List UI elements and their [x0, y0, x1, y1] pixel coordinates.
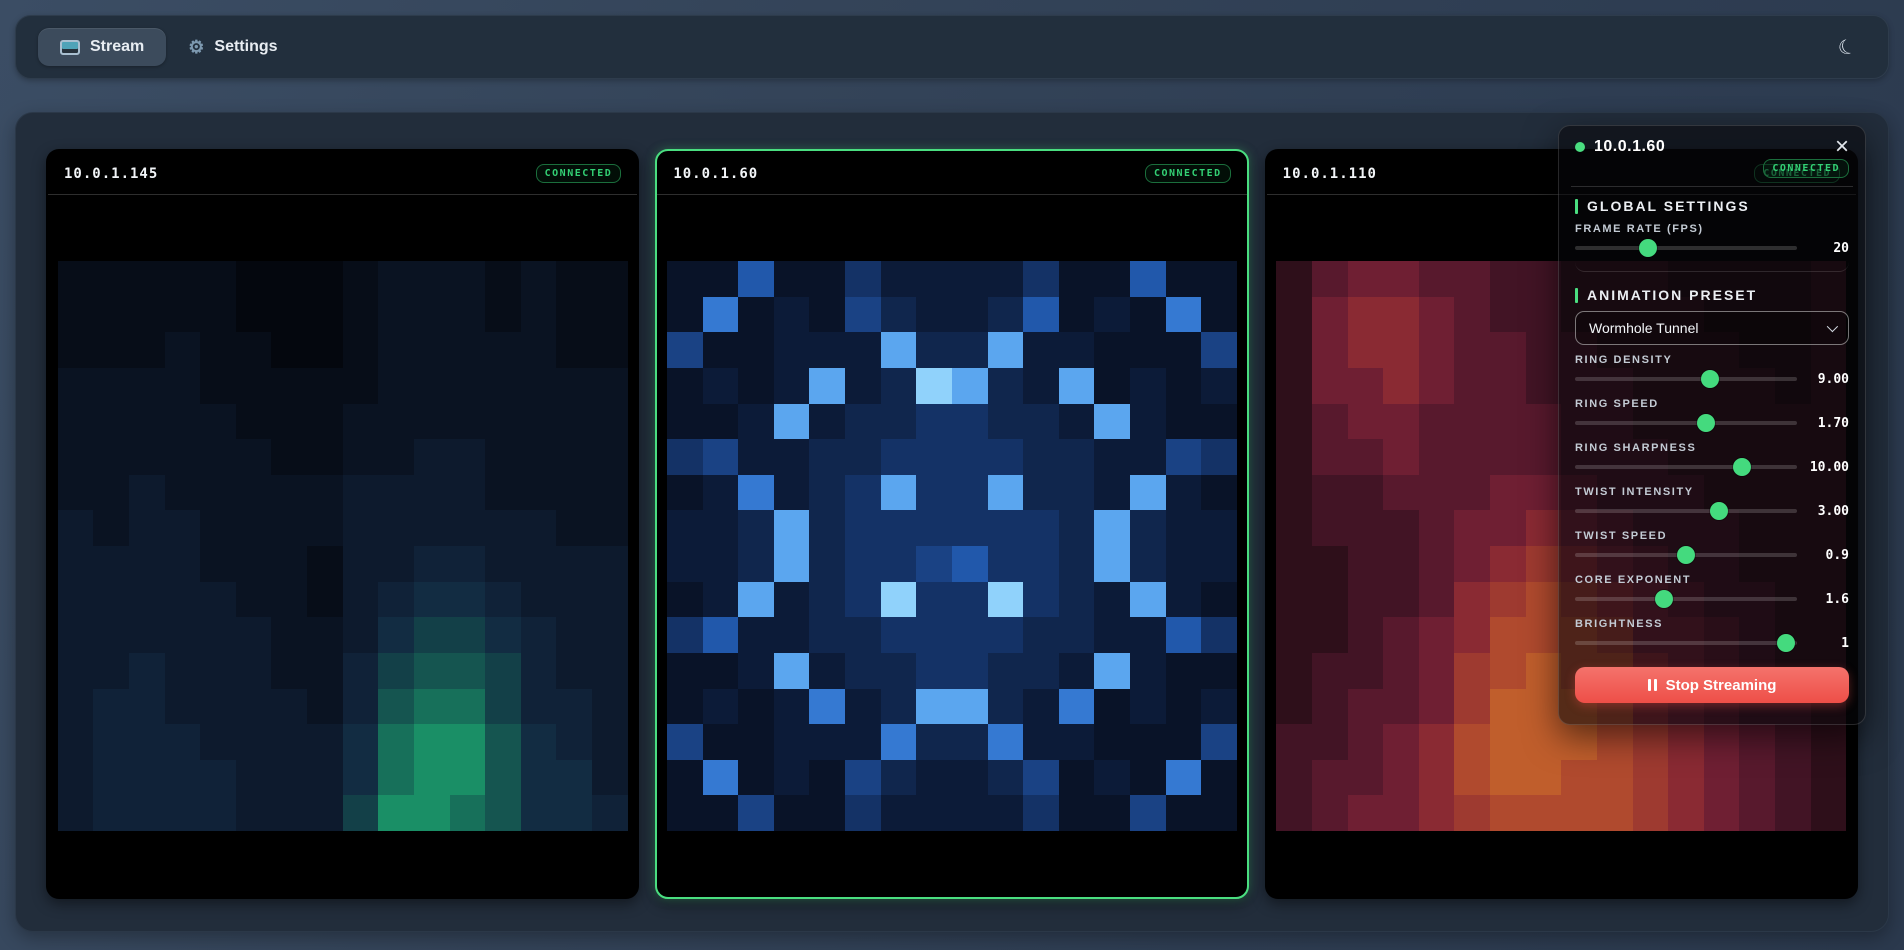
popover-badge-row: CONNECTED: [1575, 159, 1849, 178]
tab-settings-label: Settings: [214, 38, 277, 56]
status-dot-icon: [1575, 142, 1585, 152]
status-badge: CONNECTED: [1145, 164, 1231, 183]
grid-area: [657, 195, 1246, 897]
slider-core-exponent: CORE EXPONENT 1.6: [1575, 574, 1849, 609]
slider-thumb[interactable]: [1677, 546, 1695, 564]
global-settings-title: GLOBAL SETTINGS: [1575, 198, 1849, 214]
device-ip: 10.0.1.110: [1283, 166, 1377, 182]
device-settings-popover: 10.0.1.60 × CONNECTED GLOBAL SETTINGS FR…: [1558, 125, 1866, 725]
slider-ring-sharpness: RING SHARPNESS 10.00: [1575, 442, 1849, 477]
tab-stream-label: Stream: [90, 38, 144, 56]
slider-label: RING SPEED: [1575, 398, 1849, 410]
slider-ring-speed: RING SPEED 1.70: [1575, 398, 1849, 433]
slider-track[interactable]: [1575, 369, 1797, 389]
global-settings-section: GLOBAL SETTINGS FRAME RATE (FPS) 20: [1575, 198, 1849, 272]
tab-stream[interactable]: Stream: [38, 28, 166, 66]
slider-label: CORE EXPONENT: [1575, 574, 1849, 586]
slider-label: FRAME RATE (FPS): [1575, 223, 1849, 235]
top-nav: Stream ⚙ Settings ☾: [15, 15, 1889, 79]
slider-track[interactable]: [1575, 545, 1797, 565]
slider-thumb[interactable]: [1701, 370, 1719, 388]
slider-track[interactable]: [1575, 457, 1797, 477]
popover-device-title: 10.0.1.60: [1594, 138, 1826, 156]
slider-twist-speed: TWIST SPEED 0.9: [1575, 530, 1849, 565]
device-panel-2[interactable]: 10.0.1.60 CONNECTED: [655, 149, 1248, 899]
slider-thumb[interactable]: [1777, 634, 1795, 652]
slider-thumb[interactable]: [1733, 458, 1751, 476]
stop-streaming-label: Stop Streaming: [1666, 677, 1777, 694]
popover-header: 10.0.1.60 ×: [1575, 138, 1849, 156]
stop-streaming-button[interactable]: Stop Streaming: [1575, 667, 1849, 703]
device-ip: 10.0.1.60: [673, 166, 758, 182]
slider-label: RING DENSITY: [1575, 354, 1849, 366]
tab-settings[interactable]: ⚙ Settings: [166, 28, 299, 66]
slider-ring-density: RING DENSITY 9.00: [1575, 354, 1849, 389]
slider-thumb[interactable]: [1697, 414, 1715, 432]
divider: [1571, 186, 1853, 187]
animation-preset-title: ANIMATION PRESET: [1575, 287, 1849, 303]
slider-label: TWIST SPEED: [1575, 530, 1849, 542]
grid-area: [48, 195, 637, 897]
status-badge: CONNECTED: [536, 164, 622, 183]
device-panel-1[interactable]: 10.0.1.145 CONNECTED: [46, 149, 639, 899]
global-sliders: FRAME RATE (FPS) 20: [1575, 223, 1849, 258]
slider-track[interactable]: [1575, 501, 1797, 521]
slider-thumb[interactable]: [1639, 239, 1657, 257]
close-icon[interactable]: ×: [1835, 138, 1849, 156]
preset-select[interactable]: Wormhole Tunnel: [1575, 311, 1849, 345]
preset-select-value: Wormhole Tunnel: [1589, 320, 1827, 336]
chevron-down-icon: [1827, 321, 1838, 332]
slider-value: 10.00: [1797, 460, 1849, 475]
section-accent-bar: [1575, 199, 1578, 214]
slider-label: TWIST INTENSITY: [1575, 486, 1849, 498]
slider-thumb[interactable]: [1655, 590, 1673, 608]
gear-icon: ⚙: [188, 38, 204, 56]
slider-track[interactable]: [1575, 633, 1797, 653]
panel-header: 10.0.1.60 CONNECTED: [657, 151, 1246, 195]
slider-track[interactable]: [1575, 238, 1797, 258]
preset-sliders: RING DENSITY 9.00 RING SPEED 1.70 RING SHARP…: [1575, 354, 1849, 653]
slider-thumb[interactable]: [1710, 502, 1728, 520]
moon-icon: ☾: [1835, 32, 1860, 61]
slider-value: 1.70: [1797, 416, 1849, 431]
slider-label: RING SHARPNESS: [1575, 442, 1849, 454]
theme-toggle-button[interactable]: ☾: [1828, 28, 1866, 66]
slider-value: 0.9: [1797, 548, 1849, 563]
slider-value: 1: [1797, 636, 1849, 651]
slider-value: 9.00: [1797, 372, 1849, 387]
slider-value: 3.00: [1797, 504, 1849, 519]
panel-header: 10.0.1.145 CONNECTED: [48, 151, 637, 195]
device-ip: 10.0.1.145: [64, 166, 158, 182]
slider-frame-rate-fps: FRAME RATE (FPS) 20: [1575, 223, 1849, 258]
slider-value: 1.6: [1797, 592, 1849, 607]
slider-twist-intensity: TWIST INTENSITY 3.00: [1575, 486, 1849, 521]
animation-preset-section: ANIMATION PRESET Wormhole Tunnel RING DE…: [1575, 287, 1849, 653]
slider-track[interactable]: [1575, 589, 1797, 609]
pixel-grid: [58, 261, 628, 831]
pause-icon: [1648, 679, 1657, 691]
section-accent-bar: [1575, 288, 1578, 303]
pixel-grid: [667, 261, 1237, 831]
monitor-icon: [60, 40, 80, 55]
slider-label: BRIGHTNESS: [1575, 618, 1849, 630]
slider-value: 20: [1797, 241, 1849, 256]
slider-brightness: BRIGHTNESS 1: [1575, 618, 1849, 653]
status-badge: CONNECTED: [1763, 159, 1849, 178]
slider-track[interactable]: [1575, 413, 1797, 433]
